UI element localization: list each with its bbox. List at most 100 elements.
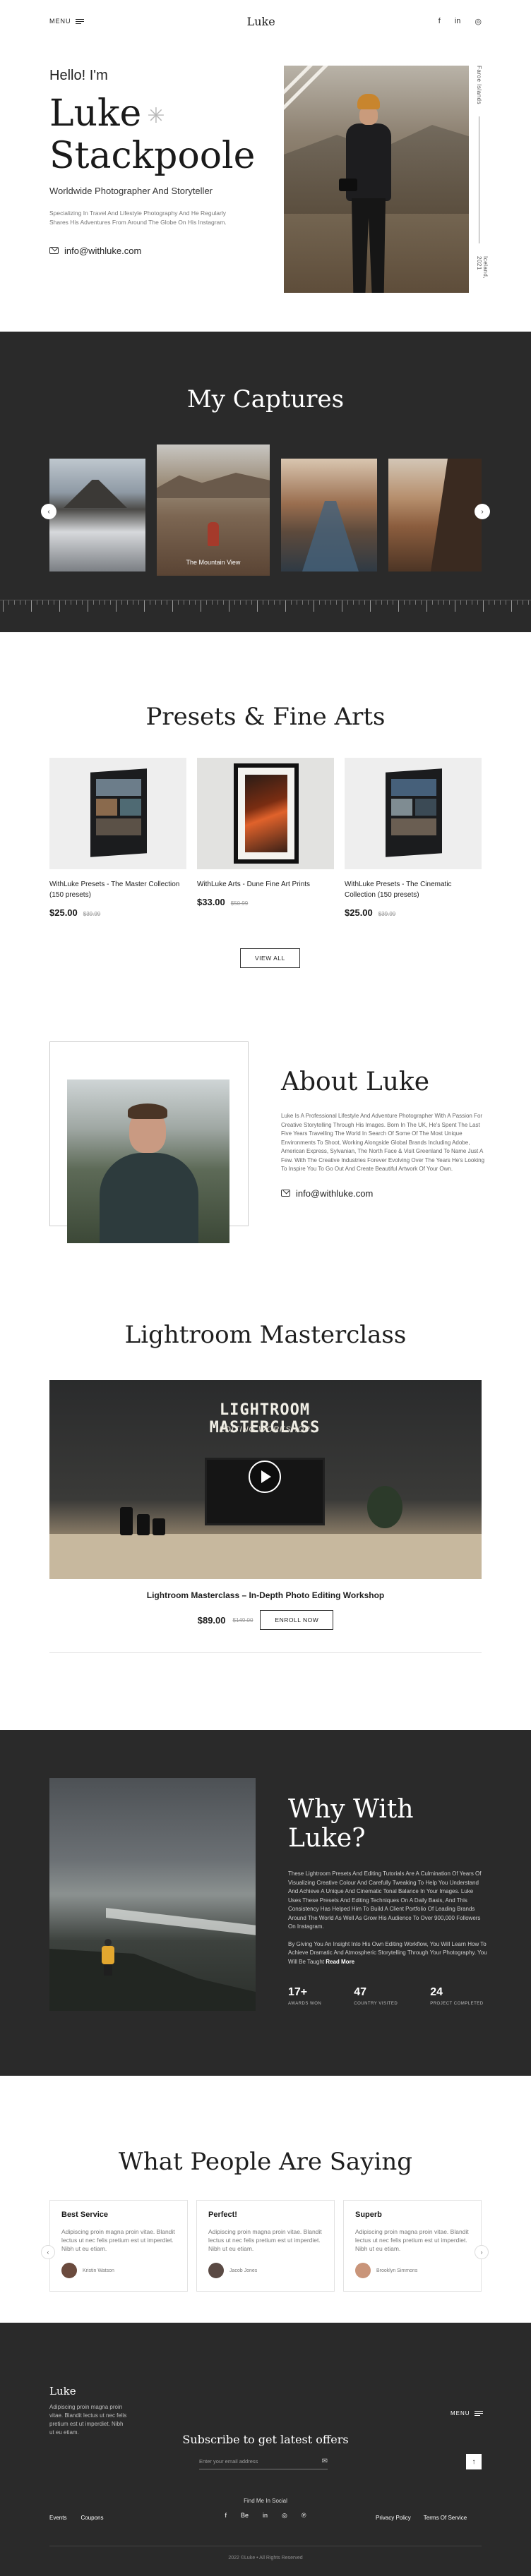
ruler-tick: [330, 600, 331, 605]
hero-email-link[interactable]: info@withluke.com: [49, 246, 275, 256]
footer-logo[interactable]: Luke: [49, 2385, 76, 2397]
ruler-tick: [240, 600, 241, 605]
product-card[interactable]: WithLuke Presets - The Master Collection…: [49, 758, 186, 918]
testimonial-body: Adipiscing proin magna proin vitae. Blan…: [61, 2228, 175, 2252]
hero-side-date: Iceland, 2021: [476, 256, 489, 279]
about-title: About Luke: [281, 1068, 430, 1096]
avatar: [208, 2263, 224, 2278]
linkedin-icon[interactable]: in: [263, 2512, 268, 2520]
ruler-tick: [398, 600, 399, 612]
page: MENU Luke f in ◎ Hello! I'm Luke ✳ Stackp…: [0, 0, 531, 2576]
ruler-tick: [494, 600, 495, 605]
behance-icon[interactable]: Be: [241, 2512, 249, 2520]
testimonial-author: Jacob Jones: [208, 2263, 323, 2278]
about-content: About Luke Luke Is A Professional Lifest…: [281, 1068, 486, 1199]
enroll-button[interactable]: ENROLL NOW: [260, 1610, 334, 1630]
about-email-link[interactable]: info@withluke.com: [281, 1188, 486, 1199]
sparkle-icon: ✳: [147, 103, 165, 128]
hero-first-name: Luke: [49, 92, 142, 135]
ruler-tick: [99, 600, 100, 605]
captures-prev-button[interactable]: ‹: [41, 504, 56, 519]
linkedin-icon[interactable]: in: [455, 17, 461, 26]
testimonial-card: Perfect! Adipiscing proin magna proin vi…: [196, 2200, 335, 2292]
subscribe-email-input[interactable]: [199, 2458, 305, 2465]
top-nav: MENU Luke f in ◎: [0, 0, 531, 42]
menu-button[interactable]: MENU: [49, 18, 84, 25]
hero-last-name: Stackpoole: [49, 134, 256, 177]
hero-side-caption: Faroe Islands Iceland, 2021: [476, 66, 489, 293]
ruler-tick: [59, 600, 60, 612]
capture-photo-1[interactable]: [49, 459, 145, 572]
ruler-tick: [93, 600, 94, 605]
masterclass-title: Lightroom Masterclass: [124, 1321, 407, 1349]
stat-value: 24: [430, 1986, 443, 1998]
masterclass-price: $89.00: [197, 1614, 226, 1626]
product-price: $33.00 $50.99: [197, 897, 334, 907]
ruler-tick: [319, 600, 320, 605]
testimonials-next-button[interactable]: ›: [475, 2245, 489, 2259]
ruler-tick: [415, 600, 416, 605]
view-all-button[interactable]: VIEW ALL: [240, 948, 300, 968]
site-logo[interactable]: Luke: [247, 15, 275, 28]
ruler-tick: [116, 600, 117, 612]
hero-side-location: Faroe Islands: [476, 66, 482, 104]
captures-section: My Captures The Mountain View ‹ ›: [0, 332, 531, 632]
send-icon[interactable]: ✉: [322, 2457, 328, 2465]
captures-carousel: The Mountain View: [49, 445, 482, 576]
product-card[interactable]: WithLuke Arts - Dune Fine Art Prints $33…: [197, 758, 334, 918]
captures-scroll-ruler[interactable]: [0, 600, 531, 614]
facebook-icon[interactable]: f: [225, 2512, 227, 2520]
masterclass-video[interactable]: LIGHTROOM MASTERCLASS EDITING WORKSHOP: [49, 1380, 482, 1579]
product-price-old: $50.99: [230, 900, 249, 907]
hero-section: Hello! I'm Luke ✳ Stackpoole Worldwide Ph…: [0, 42, 531, 332]
capture-photo-3[interactable]: [281, 459, 377, 572]
ruler-tick: [189, 600, 190, 605]
product-card[interactable]: WithLuke Presets - The Cinematic Collect…: [345, 758, 482, 918]
footer-link-privacy[interactable]: Privacy Policy: [376, 2515, 411, 2521]
footer-link-coupons[interactable]: Coupons: [80, 2515, 103, 2521]
captures-next-button[interactable]: ›: [475, 504, 490, 519]
ruler-tick: [82, 600, 83, 605]
stat-value: 47: [354, 1986, 367, 1998]
instagram-icon[interactable]: ◎: [475, 17, 482, 26]
testimonials-title: What People Are Saying: [118, 2148, 413, 2176]
testimonials-section: What People Are Saying Best Service Adip…: [0, 2076, 531, 2323]
presets-title: Presets & Fine Arts: [145, 703, 386, 731]
ruler-tick: [426, 600, 427, 612]
testimonial-card: Superb Adipiscing proin magna proin vita…: [343, 2200, 482, 2292]
testimonial-title: Best Service: [61, 2211, 109, 2219]
testimonials-prev-button[interactable]: ‹: [41, 2245, 55, 2259]
capture-photo-4[interactable]: [388, 459, 482, 572]
mail-icon: [281, 1190, 290, 1197]
footer-links-right: Privacy Policy Terms Of Service: [376, 2515, 467, 2521]
masterclass-purchase: $89.00 $149.00 ENROLL NOW: [0, 1610, 531, 1630]
play-icon[interactable]: [249, 1461, 281, 1493]
ruler-tick: [144, 600, 145, 612]
ruler-tick: [217, 600, 218, 605]
ruler-tick: [178, 600, 179, 605]
captures-title: My Captures: [186, 385, 345, 413]
product-price: $25.00 $39.99: [49, 907, 186, 918]
menu-label: MENU: [49, 18, 71, 25]
pinterest-icon[interactable]: ℗: [302, 2512, 306, 2520]
why-paragraph-2-text: By Giving You An Insight Into His Own Ed…: [288, 1940, 487, 1965]
ruler-tick: [65, 600, 66, 605]
footer-link-terms[interactable]: Terms Of Service: [424, 2515, 467, 2521]
footer-menu-button[interactable]: MENU: [451, 2410, 483, 2417]
ruler-tick: [234, 600, 235, 605]
stat-projects: 24 Project Completed: [430, 1986, 483, 2006]
ruler-tick: [291, 600, 292, 605]
instagram-icon[interactable]: ◎: [282, 2512, 287, 2520]
ruler-tick: [251, 600, 252, 605]
why-paragraph-1: These Lightroom Presets And Editing Tuto…: [288, 1870, 482, 1930]
ruler-tick: [387, 600, 388, 605]
product-price-old: $39.99: [378, 911, 396, 917]
back-to-top-button[interactable]: ↑: [466, 2454, 482, 2469]
read-more-link[interactable]: Read More: [326, 1959, 354, 1965]
facebook-icon[interactable]: f: [438, 17, 441, 26]
stat-awards: 17+ Awards Won: [288, 1986, 321, 2006]
hamburger-icon: [474, 2411, 483, 2416]
capture-photo-2[interactable]: The Mountain View: [157, 445, 270, 576]
author-name: Jacob Jones: [229, 2268, 258, 2273]
footer-link-events[interactable]: Events: [49, 2515, 66, 2521]
